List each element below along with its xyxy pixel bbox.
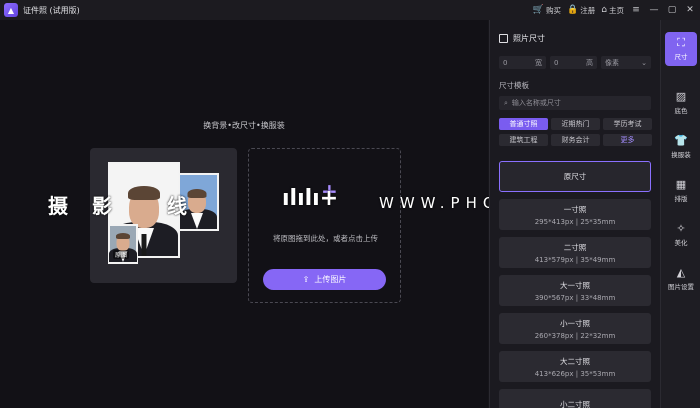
background-color-icon: ▨ — [675, 90, 687, 103]
watermark-cn: 摄影 线 — [48, 194, 211, 218]
lock-icon: 🔒 — [567, 5, 579, 15]
upload-drop-zone[interactable]: + 将原图拖到此处，或者点击上传 ⇪ 上传图片 — [248, 148, 401, 303]
home-icon: ⌂ — [601, 5, 607, 15]
search-icon: ⌕ — [504, 98, 508, 107]
sample-photo-original: 原图 — [108, 224, 138, 264]
tool-background-color[interactable]: ▨ 底色 — [665, 86, 697, 120]
close-icon[interactable]: ✕ — [684, 5, 696, 15]
category-tabs: 普通寸照 近期热门 学历考试 建筑工程 财务会计 更多 — [499, 118, 653, 146]
shirt-icon: 👕 — [674, 134, 688, 147]
app-title: 证件照 (试用版) — [23, 5, 80, 15]
category-tab[interactable]: 财务会计 — [551, 134, 600, 146]
menu-icon[interactable]: ≡ — [630, 5, 642, 15]
size-template-item[interactable]: 大二寸照 413*626px | 35*53mm — [499, 351, 651, 382]
drop-hint: 将原图拖到此处，或者点击上传 — [273, 234, 378, 243]
size-panel: 照片尺寸 0 宽 0 高 像素 ⌄ 尺寸模板 ⌕ 输入名称或尺寸 普通寸照 近期… — [489, 20, 660, 408]
chevron-down-icon: ⌄ — [641, 58, 647, 67]
size-template-item[interactable]: 大一寸照 390*567px | 33*48mm — [499, 275, 651, 306]
size-template-list: 原尺寸 一寸照 295*413px | 25*35mm 二寸照 413*579p… — [499, 161, 651, 408]
panel-header: 照片尺寸 — [499, 33, 545, 44]
upload-icon: ⇪ — [302, 275, 310, 284]
layout-grid-icon: ▦ — [675, 178, 687, 191]
app-logo-icon: ▲ — [4, 3, 18, 17]
tool-size[interactable]: ⛶ 尺寸 — [665, 32, 697, 66]
maximize-icon[interactable]: ▢ — [666, 5, 678, 15]
width-input[interactable]: 0 宽 — [499, 56, 546, 69]
size-template-item[interactable]: 一寸照 295*413px | 25*35mm — [499, 199, 651, 230]
category-tab[interactable]: 建筑工程 — [499, 134, 548, 146]
home-button[interactable]: ⌂ 主页 — [601, 5, 624, 16]
minimize-icon[interactable]: — — [648, 5, 660, 15]
app-window: ▲ 证件照 (试用版) 🛒 购买 🔒 注册 ⌂ 主页 ≡ — ▢ ✕ 换背景•改… — [0, 0, 700, 408]
category-tab[interactable]: 学历考试 — [603, 118, 652, 130]
crop-icon — [499, 34, 508, 43]
template-label: 尺寸模板 — [499, 81, 529, 90]
size-template-item[interactable]: 二寸照 413*579px | 35*49mm — [499, 237, 651, 268]
original-tag: 原图 — [113, 250, 130, 259]
upload-image-button[interactable]: ⇪ 上传图片 — [263, 269, 386, 290]
cart-icon: 🛒 — [532, 5, 545, 15]
tool-beautify[interactable]: ✧ 美化 — [665, 218, 697, 252]
size-template-item[interactable]: 原尺寸 — [499, 161, 651, 192]
unit-select[interactable]: 像素 ⌄ — [601, 56, 651, 69]
crop-icon: ⛶ — [677, 36, 685, 49]
tool-sidebar: ⛶ 尺寸 ▨ 底色 👕 换服装 ▦ 排版 ✧ 美化 ◭ 图片设置 — [660, 20, 700, 408]
template-search-input[interactable]: ⌕ 输入名称或尺寸 — [499, 96, 651, 110]
category-more[interactable]: 更多 — [603, 134, 652, 146]
category-tab[interactable]: 普通寸照 — [499, 118, 548, 130]
tool-layout[interactable]: ▦ 排版 — [665, 174, 697, 208]
tool-change-clothes[interactable]: 👕 换服装 — [665, 130, 697, 164]
size-template-item[interactable]: 小一寸照 260*378px | 22*32mm — [499, 313, 651, 344]
register-button[interactable]: 🔒 注册 — [567, 5, 595, 16]
watermark-logo: ılılı+ — [282, 186, 339, 211]
size-template-item[interactable]: 小二寸照 — [499, 389, 651, 408]
custom-size-row: 0 宽 0 高 像素 ⌄ — [499, 56, 651, 69]
magic-wand-icon: ✧ — [676, 222, 686, 235]
image-settings-icon: ◭ — [676, 266, 686, 279]
category-tab[interactable]: 近期热门 — [551, 118, 600, 130]
title-bar: ▲ 证件照 (试用版) 🛒 购买 🔒 注册 ⌂ 主页 ≡ — ▢ ✕ — [0, 0, 700, 20]
height-input[interactable]: 0 高 — [550, 56, 597, 69]
slogan: 换背景•改尺寸•换服装 — [203, 121, 285, 130]
buy-button[interactable]: 🛒 购买 — [533, 5, 561, 16]
tool-image-settings[interactable]: ◭ 图片设置 — [665, 262, 697, 296]
